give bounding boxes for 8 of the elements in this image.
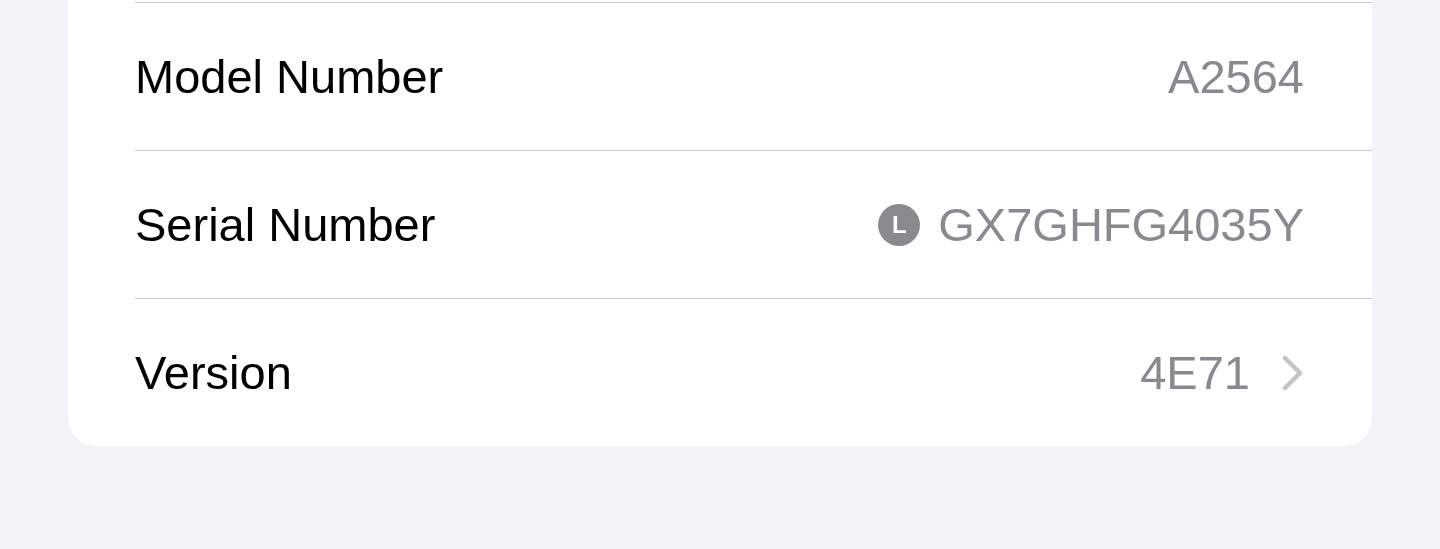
row-value[interactable]: 4E71 xyxy=(1140,345,1250,400)
row-value: GX7GHFG4035Y xyxy=(938,197,1304,252)
row-label: Model Number xyxy=(135,49,445,104)
row-label: Version xyxy=(135,345,293,400)
badge-icon: L xyxy=(878,203,921,246)
chevron-icon[interactable] xyxy=(1282,354,1304,391)
row-value: A2564 xyxy=(1168,49,1304,104)
row-label: Serial Number xyxy=(135,197,437,252)
